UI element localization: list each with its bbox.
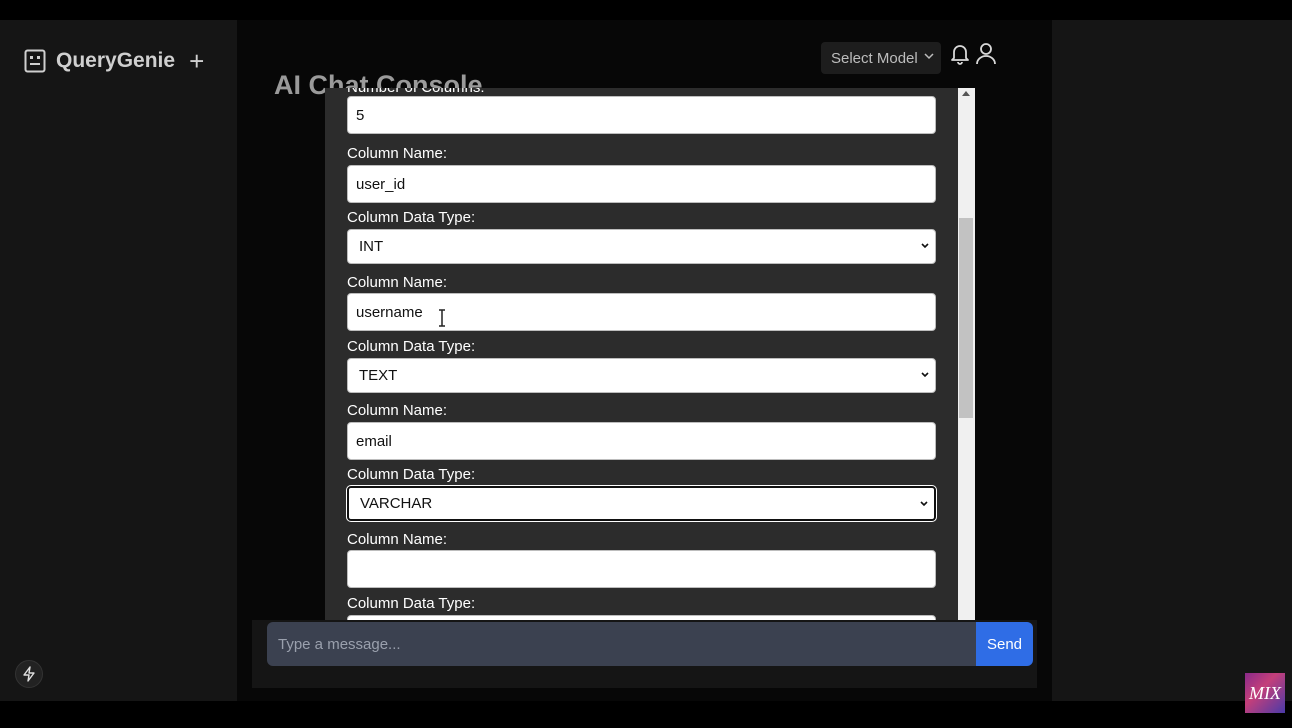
text-cursor-icon [439,309,445,327]
bell-icon[interactable] [950,43,970,65]
column-name-input[interactable]: username [347,293,936,331]
column-name-label: Column Name: [347,402,448,419]
chevron-down-icon [920,501,928,507]
column-data-type-label: Column Data Type: [347,209,476,226]
new-chat-plus-icon[interactable]: + [189,48,204,74]
right-gutter [1052,20,1292,701]
mix-watermark-logo: MIX [1245,673,1285,713]
column-data-type-select[interactable]: INT [347,229,936,264]
number-of-columns-input[interactable]: 5 [347,96,936,134]
column-data-type-label: Column Data Type: [347,595,476,612]
column-data-type-label: Column Data Type: [347,338,476,355]
user-icon[interactable] [975,42,997,66]
column-data-type-select[interactable]: TEXT [347,358,936,393]
column-name-label: Column Name: [347,145,448,162]
create-table-modal: Number of Columns: 5 Column Name: user_i… [325,88,975,621]
brand-name: QueryGenie [56,49,176,72]
chevron-down-icon [921,372,929,378]
select-value: VARCHAR [360,495,433,512]
column-name-input[interactable]: email [347,422,936,460]
column-name-label: Column Name: [347,274,448,291]
column-name-input[interactable]: user_id [347,165,936,203]
number-of-columns-label: Number of Columns: [347,88,485,96]
chevron-down-icon [921,243,929,249]
send-button[interactable]: Send [976,622,1033,666]
modal-scrollbar[interactable] [958,88,975,621]
select-value: TEXT [359,367,398,384]
top-black-bar [0,0,1292,20]
column-name-label: Column Name: [347,531,448,548]
bolt-icon[interactable] [15,660,43,688]
bottom-black-bar [0,701,1292,728]
chat-input-wrapper [267,622,976,666]
select-value: INT [359,238,384,255]
sidebar: QueryGenie + [0,20,237,701]
column-data-type-select[interactable]: VARCHAR [346,485,937,522]
scroll-thumb[interactable] [959,218,973,418]
robot-icon [24,49,46,73]
brand: QueryGenie + [24,48,204,74]
column-name-input[interactable] [347,550,936,588]
scroll-up-arrow-icon[interactable] [962,91,970,96]
chat-message-input[interactable] [278,635,968,653]
model-select[interactable]: Select Model [821,42,941,74]
chevron-down-icon [924,53,934,60]
column-data-type-label: Column Data Type: [347,466,476,483]
model-select-label: Select Model [831,49,918,67]
